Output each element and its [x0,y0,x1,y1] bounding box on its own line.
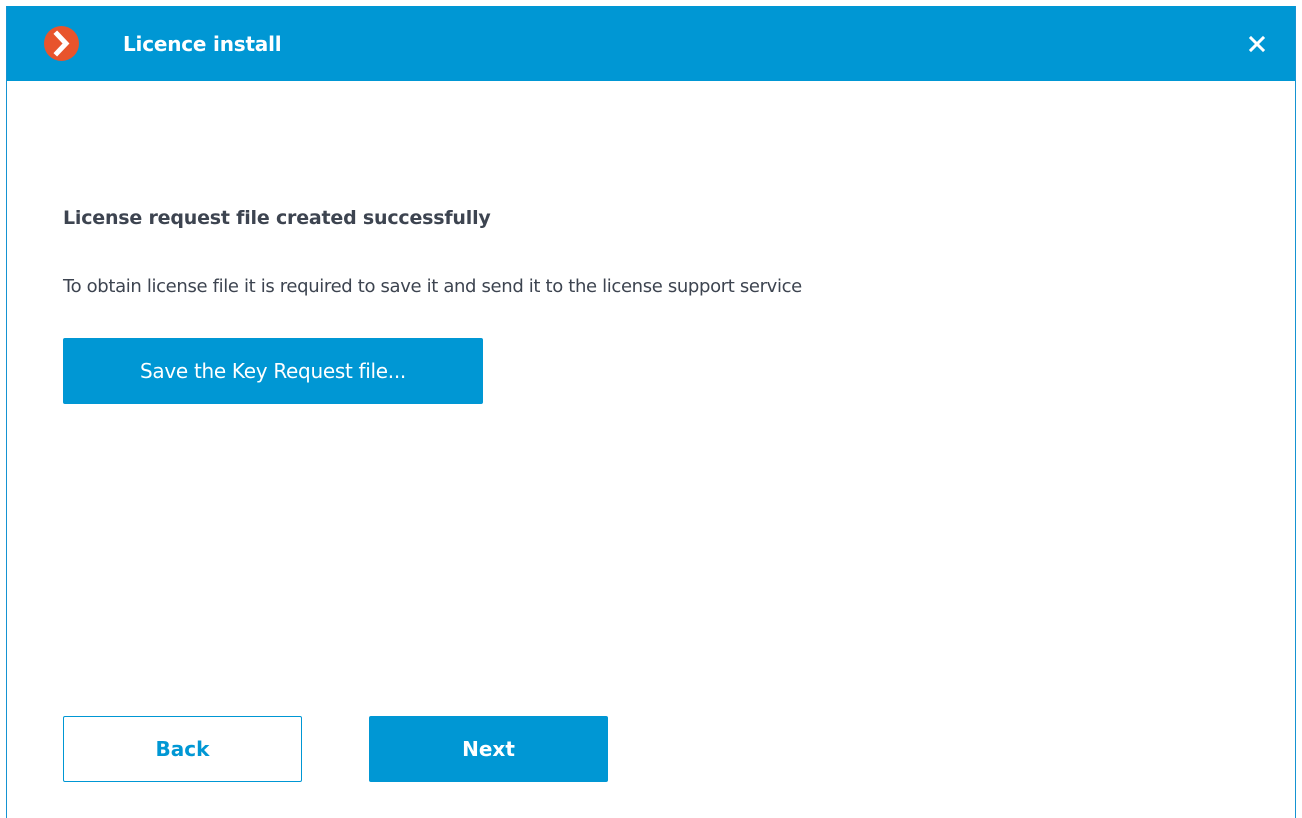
title-bar[interactable]: Licence install [7,6,1295,81]
window-title: Licence install [123,32,282,56]
next-label: Next [462,737,515,761]
app-logo-icon [44,26,79,61]
chevron-right-icon [53,30,70,57]
next-button[interactable]: Next [369,716,608,782]
close-icon[interactable] [1243,30,1271,58]
back-label: Back [155,737,210,761]
save-key-request-button[interactable]: Save the Key Request file... [63,338,483,404]
status-heading: License request file created successfull… [63,207,491,229]
close-button[interactable] [1243,30,1271,58]
instruction-text: To obtain license file it is required to… [63,276,802,297]
licence-install-dialog: Licence install License request file cre… [6,6,1296,818]
back-button[interactable]: Back [63,716,302,782]
save-key-request-label: Save the Key Request file... [140,359,406,383]
